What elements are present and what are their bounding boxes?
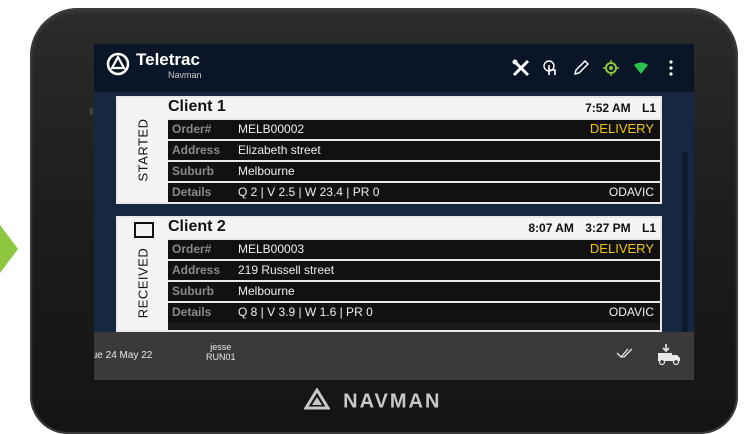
run-id: RUN01 <box>206 352 236 362</box>
suburb-value: Melbourne <box>238 164 295 178</box>
status-label: STARTED <box>135 118 151 182</box>
status-label: RECEIVED <box>135 247 151 319</box>
order-row: Order# MELB00002 DELIVERY <box>168 118 660 139</box>
address-value: Elizabeth street <box>238 143 321 157</box>
suburb-value: Melbourne <box>238 284 295 298</box>
more-icon[interactable] <box>658 56 684 80</box>
wifi-icon[interactable] <box>628 56 654 80</box>
details-key: Details <box>172 185 212 199</box>
pencil-icon[interactable] <box>568 56 594 80</box>
time-group: 7:52 AM L1 <box>577 101 656 115</box>
job-list[interactable]: STARTED Client 1 7:52 AM L1 Order# MELB0… <box>94 92 694 374</box>
leg-label: L1 <box>641 101 656 115</box>
client-name: Client 1 <box>168 98 226 115</box>
order-row: Order# MELB00003 DELIVERY <box>168 238 660 259</box>
job-type: DELIVERY <box>589 241 654 256</box>
start-time: 8:07 AM <box>528 221 574 235</box>
date-label: Tue 24 May 22 <box>94 350 153 361</box>
details-row: Details Q 8 | V 3.9 | W 1.6 | PR 0 ODAVI… <box>168 301 660 322</box>
side-arrow-tab <box>0 225 18 273</box>
order-key: Order# <box>172 122 212 136</box>
app-screen: Teletrac Navman STARTED Client 1 7:52 AM… <box>94 44 694 380</box>
address-row: Address Elizabeth street <box>168 139 660 160</box>
job-card[interactable]: RECEIVED Client 2 8:07 AM 3:27 PM L1 Ord… <box>116 216 662 332</box>
site-code: ODAVIC <box>608 185 654 199</box>
app-name: Teletrac <box>136 50 200 69</box>
sensor-dot <box>90 108 93 115</box>
delivery-truck-icon[interactable] <box>656 342 682 371</box>
details-row: Details Q 2 | V 2.5 | W 23.4 | PR 0 ODAV… <box>168 181 660 202</box>
address-key: Address <box>172 143 221 157</box>
tools-icon[interactable] <box>508 56 534 80</box>
suburb-row: Suburb Melbourne <box>168 160 660 181</box>
suburb-row: Suburb Melbourne <box>168 280 660 301</box>
toolbar-icons <box>508 56 684 80</box>
address-row: Address 219 Russell street <box>168 259 660 280</box>
order-value: MELB00003 <box>238 242 305 256</box>
top-bar: Teletrac Navman <box>94 44 694 92</box>
double-check-icon[interactable] <box>616 346 634 362</box>
details-value: Q 8 | V 3.9 | W 1.6 | PR 0 <box>238 305 373 319</box>
order-value: MELB00002 <box>238 122 305 136</box>
brand-name: NAVMAN <box>343 390 442 413</box>
address-value: 219 Russell street <box>238 263 335 277</box>
gps-icon[interactable] <box>598 56 624 80</box>
teletrac-logo-icon <box>106 52 130 81</box>
card-header: Client 2 8:07 AM 3:27 PM L1 <box>168 218 660 238</box>
suburb-key: Suburb <box>172 284 214 298</box>
order-key: Order# <box>172 242 212 256</box>
navman-logo-icon <box>302 387 331 416</box>
details-value: Q 2 | V 2.5 | W 23.4 | PR 0 <box>238 185 380 199</box>
device-brand: NAVMAN <box>0 387 745 416</box>
leg-label: L1 <box>641 221 656 235</box>
job-type: DELIVERY <box>589 121 654 136</box>
touch-icon[interactable] <box>538 56 564 80</box>
time-group: 8:07 AM 3:27 PM L1 <box>520 221 656 235</box>
site-code: ODAVIC <box>608 305 654 319</box>
app-subname: Navman <box>168 70 202 80</box>
driver-name: jesse <box>210 342 232 352</box>
job-card[interactable]: STARTED Client 1 7:52 AM L1 Order# MELB0… <box>116 96 662 204</box>
start-time: 7:52 AM <box>585 101 631 115</box>
client-name: Client 2 <box>168 218 226 235</box>
address-key: Address <box>172 263 221 277</box>
end-time: 3:27 PM <box>585 221 631 235</box>
details-key: Details <box>172 305 212 319</box>
status-column: STARTED <box>118 98 168 202</box>
suburb-key: Suburb <box>172 164 214 178</box>
user-info: jesse RUN01 <box>206 342 236 362</box>
status-column: RECEIVED <box>118 218 168 330</box>
bottom-bar: Tue 24 May 22 jesse RUN01 <box>94 332 694 380</box>
select-checkbox[interactable] <box>134 222 154 238</box>
card-header: Client 1 7:52 AM L1 <box>168 98 660 118</box>
